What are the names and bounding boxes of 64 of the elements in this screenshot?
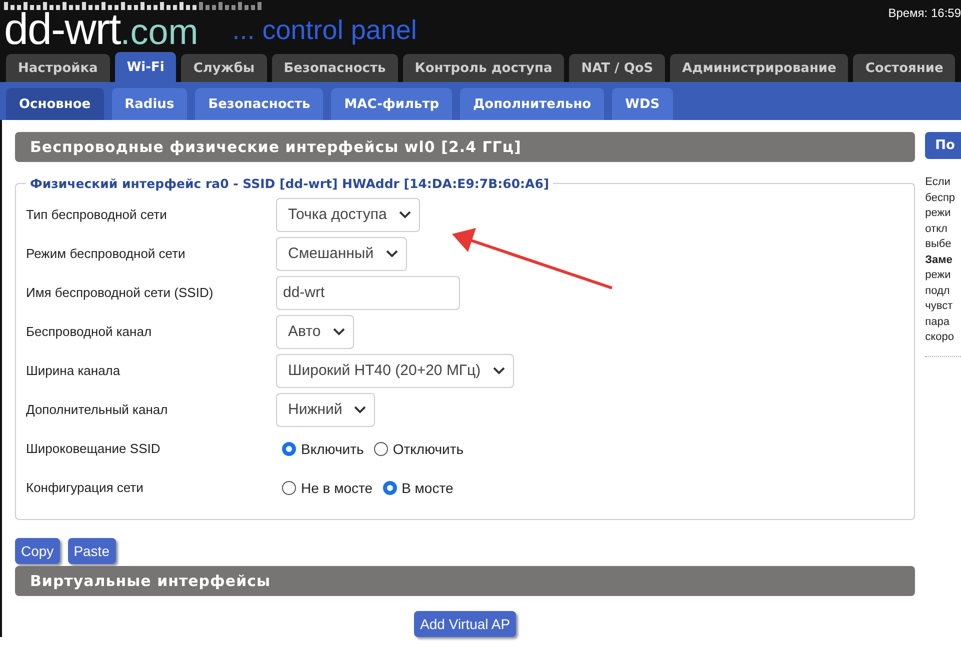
help-text: откл <box>925 222 948 236</box>
logo-bars-icon <box>4 2 264 10</box>
logo-tagline: ... control panel <box>232 14 417 47</box>
help-text: режи <box>925 268 952 283</box>
add-virtual-ap-button[interactable]: Add Virtual AP <box>414 611 516 637</box>
nav-tab[interactable]: Wi-Fi <box>114 52 176 82</box>
chevron-icon <box>332 328 345 336</box>
sub-tab[interactable]: Дополнительно <box>460 88 604 120</box>
sub-tab[interactable]: Radius <box>112 88 188 120</box>
nav-tab[interactable]: Службы <box>181 54 267 82</box>
chevron-icon <box>386 250 398 258</box>
chevron-icon <box>398 210 411 218</box>
help-text: пара <box>925 314 950 330</box>
radio-button[interactable] <box>282 480 296 494</box>
copy-paste-button[interactable]: Paste <box>68 538 116 564</box>
radio-button[interactable] <box>374 442 388 456</box>
select-dropdown[interactable]: Широкий HT40 (20+20 МГц) <box>276 354 514 388</box>
logo-domain: .com <box>120 12 198 52</box>
sub-tab[interactable]: MAC-фильтр <box>331 88 452 120</box>
help-text: беспр <box>925 190 956 206</box>
sub-tab[interactable]: Безопасность <box>195 88 324 120</box>
input-field[interactable]: dd-wrt <box>276 276 460 310</box>
field-label: Тип беспроводной сети <box>26 207 168 222</box>
radio-button[interactable] <box>382 480 397 494</box>
help-text: выбе <box>925 237 952 252</box>
field-label: Ширина канала <box>26 363 122 378</box>
help-text: Если <box>925 175 952 190</box>
nav-tab[interactable]: NAT / QoS <box>569 54 666 82</box>
radio-label: Не в мосте <box>301 480 373 496</box>
help-text: Заме <box>925 252 954 268</box>
nav-tab[interactable]: Состояние <box>853 54 956 82</box>
select-dropdown[interactable]: Смешанный <box>276 236 407 270</box>
field-label: Дополнительный канал <box>26 402 169 417</box>
select-dropdown[interactable]: Авто <box>276 314 354 348</box>
copy-paste-button[interactable]: Copy <box>15 538 60 564</box>
help-text: чувст <box>925 299 954 314</box>
select-dropdown[interactable]: Нижний <box>276 392 376 426</box>
sub-tab[interactable]: Основное <box>6 88 104 120</box>
sub-tab[interactable]: WDS <box>612 88 673 120</box>
help-text: подл <box>925 284 951 298</box>
select-dropdown[interactable]: Точка доступа <box>276 198 420 232</box>
help-text: режи <box>925 206 952 221</box>
logo-text: dd-wrt <box>4 10 120 50</box>
nav-tab[interactable]: Настройка <box>6 54 110 82</box>
field-label: Широковещание SSID <box>26 441 162 456</box>
radio-button[interactable] <box>282 442 296 456</box>
radio-label: Отключить <box>392 440 464 456</box>
nav-tab[interactable]: Контроль доступа <box>402 54 564 82</box>
nav-tab[interactable]: Администрирование <box>670 54 848 82</box>
chevron-icon <box>492 366 505 374</box>
section-header: Беспроводные физические интерфейсы wl0 [2.4 ГГц] <box>15 132 916 162</box>
chevron-icon <box>354 406 366 414</box>
section-header: Виртуальные интерфейсы <box>15 566 916 596</box>
field-label: Беспроводной канал <box>26 324 153 339</box>
field-label: Конфигурация сети <box>26 480 144 495</box>
radio-label: Включить <box>301 440 364 456</box>
help-title: По <box>925 132 961 159</box>
radio-label: В мосте <box>402 480 454 496</box>
fieldset-legend: Физический интерфейс ra0 - SSID [dd-wrt] HWAddr [14:DA:E9:7B:60:A6] <box>26 176 554 191</box>
field-label: Режим беспроводной сети <box>26 246 186 261</box>
field-label: Имя беспроводной сети (SSID) <box>26 285 214 300</box>
help-text: скоро <box>925 330 955 345</box>
time-label: Время: 16:59 <box>888 6 961 20</box>
nav-tab[interactable]: Безопасность <box>272 54 398 82</box>
